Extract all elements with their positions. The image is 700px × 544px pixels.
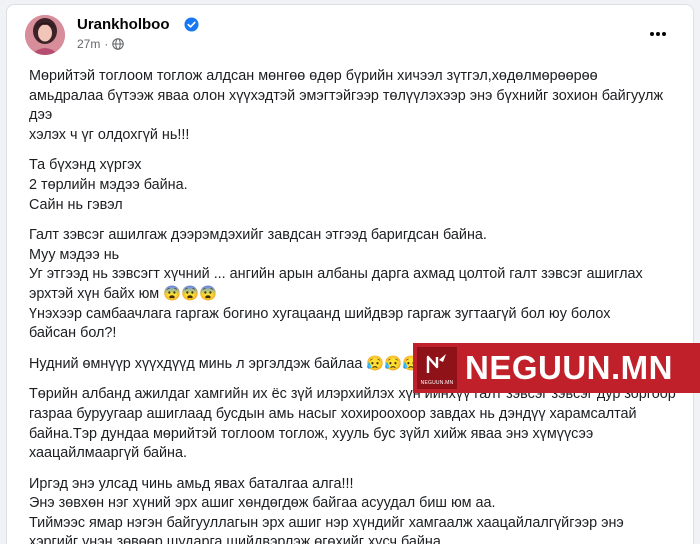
text-line: Та бүхэнд хүргэх [29,157,142,174]
post-paragraph: Та бүхэнд хүргэх 2 төрлийн мэдээ байна. … [29,156,679,215]
more-options-icon[interactable] [645,21,671,47]
text-line: дээ [29,107,53,124]
post-paragraph: Мөрийтэй тоглоом тоглож алдсан мөнгөө өд… [29,67,679,145]
text-line: 2 төрлийн мэдээ байна. [29,176,188,193]
text-line: Тиймээс ямар нэгэн байгууллагын эрх ашиг… [29,514,624,531]
watermark-brand: NEGUUN.MN [465,349,673,386]
text-line: Иргэд энэ улсад чинь амьд явах баталгаа … [29,475,354,492]
text-line: хэлэх ч үг олдохгүй нь!!! [29,126,190,143]
post-card: Urankholboo 27m · Мөрийтэй тоглоом тогло… [6,4,694,544]
author-name[interactable]: Urankholboo [77,16,170,33]
text-line: Сайн нь гэвэл [29,196,123,213]
text-line: амьдралаа бүтээж яваа олон хүүхэдтэй эмэ… [29,87,664,104]
text-line: Мөрийтэй тоглоом тоглож алдсан мөнгөө өд… [29,68,598,84]
post-body: Мөрийтэй тоглоом тоглож алдсан мөнгөө өд… [29,67,679,544]
text-line: хэргийг үнэн зөвөөр,шударга шийдвэрлэж ө… [29,534,445,544]
text-line: Энэ зөвхөн нэг хүний эрх ашиг хөндөгдөж … [29,495,496,512]
post-header: Urankholboo 27m · [23,15,679,61]
text-line: Галт зэвсэг ашилгаж дээрэмдэхийг завдсан… [29,227,487,244]
post-timestamp[interactable]: 27m [77,37,100,51]
text-line: Үнэхээр самбаачлага гаргаж богино хугаца… [29,305,611,322]
post-paragraph: Төрийн албанд ажилдаг хамгийн их ёс зүй … [29,385,679,463]
post-paragraph: Иргэд энэ улсад чинь амьд явах баталгаа … [29,475,679,544]
author-avatar[interactable] [25,15,65,55]
text-line: байсан бол?! [29,325,117,342]
watermark-logo-caption: NEGUUN.MN [420,380,454,386]
meta-separator: · [104,37,109,51]
post-paragraph: Галт зэвсэг ашилгаж дээрэмдэхийг завдсан… [29,226,679,344]
post-meta: 27m · [77,37,125,51]
verified-badge-icon [184,17,199,32]
watermark-logo: NEGUUN.MN [417,347,457,389]
text-line: эрхтэй хүн байх юм 😨😨😨 [29,285,217,302]
text-line: Муу мэдээ нь [29,246,120,263]
globe-icon [112,38,125,50]
text-line: байна.Тэр дундаа мөрийтэй тоглоом тоглож… [29,425,594,442]
text-line: газраа буруугаар ашиглаад бусдын амь нас… [29,405,637,422]
text-line: Уг этгээд нь зэвсэгт хүчний ... ангийн а… [29,266,643,283]
neguun-watermark: NEGUUN.MN NEGUUN.MN [413,343,700,393]
text-line: хаацайлмааргүй байна. [29,445,188,462]
